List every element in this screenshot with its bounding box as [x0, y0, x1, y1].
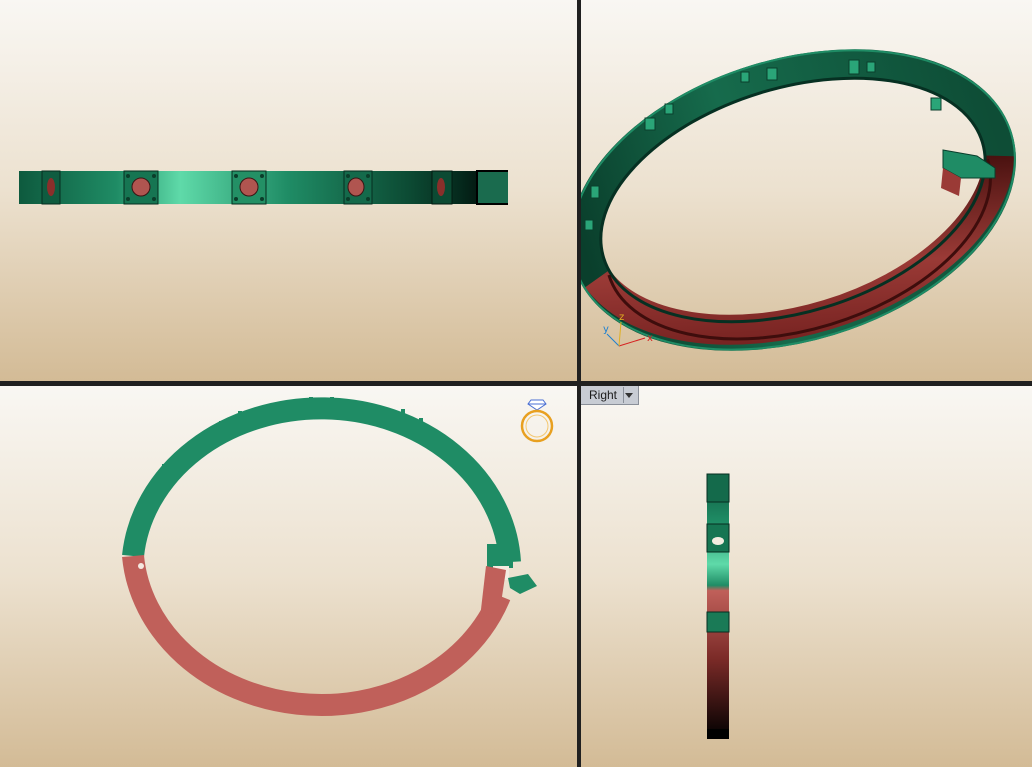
perspective-view-canvas[interactable]: x y z [581, 0, 1032, 381]
ring-with-gem-icon[interactable] [516, 394, 558, 448]
side-mount-hole [712, 537, 724, 545]
right-view-canvas[interactable] [581, 386, 1032, 767]
viewport-top-right[interactable]: x y z [581, 0, 1032, 381]
ring-band-side [707, 474, 729, 739]
ring-outer-red [585, 155, 1015, 345]
setting-mount-2 [123, 170, 159, 205]
axis-z-label: z [619, 312, 624, 323]
side-clasp-top [706, 473, 730, 503]
side-bottom-cap [707, 729, 729, 739]
viewport-bottom-right[interactable]: Right [581, 386, 1032, 767]
setting-mount-3 [231, 170, 267, 205]
clasp-top-view [480, 544, 537, 618]
clasp-face-front [478, 172, 508, 203]
setting-mount-4 [343, 170, 373, 205]
viewport-bottom-left[interactable] [0, 386, 577, 767]
ring-top-view-red [122, 554, 511, 717]
axis-y-label: y [603, 324, 609, 335]
ring-top-view-green [122, 397, 521, 563]
setting-mount-1 [41, 170, 61, 205]
side-hinge [706, 611, 730, 633]
four-viewport-workspace: x y z Right [0, 0, 1032, 767]
viewport-top-left[interactable] [0, 0, 577, 381]
axis-x-label: x [647, 333, 653, 344]
setting-mount-5 [431, 170, 453, 205]
top-view-canvas[interactable] [0, 386, 577, 767]
front-view-canvas[interactable] [0, 0, 577, 381]
hinge-pin [138, 563, 144, 569]
